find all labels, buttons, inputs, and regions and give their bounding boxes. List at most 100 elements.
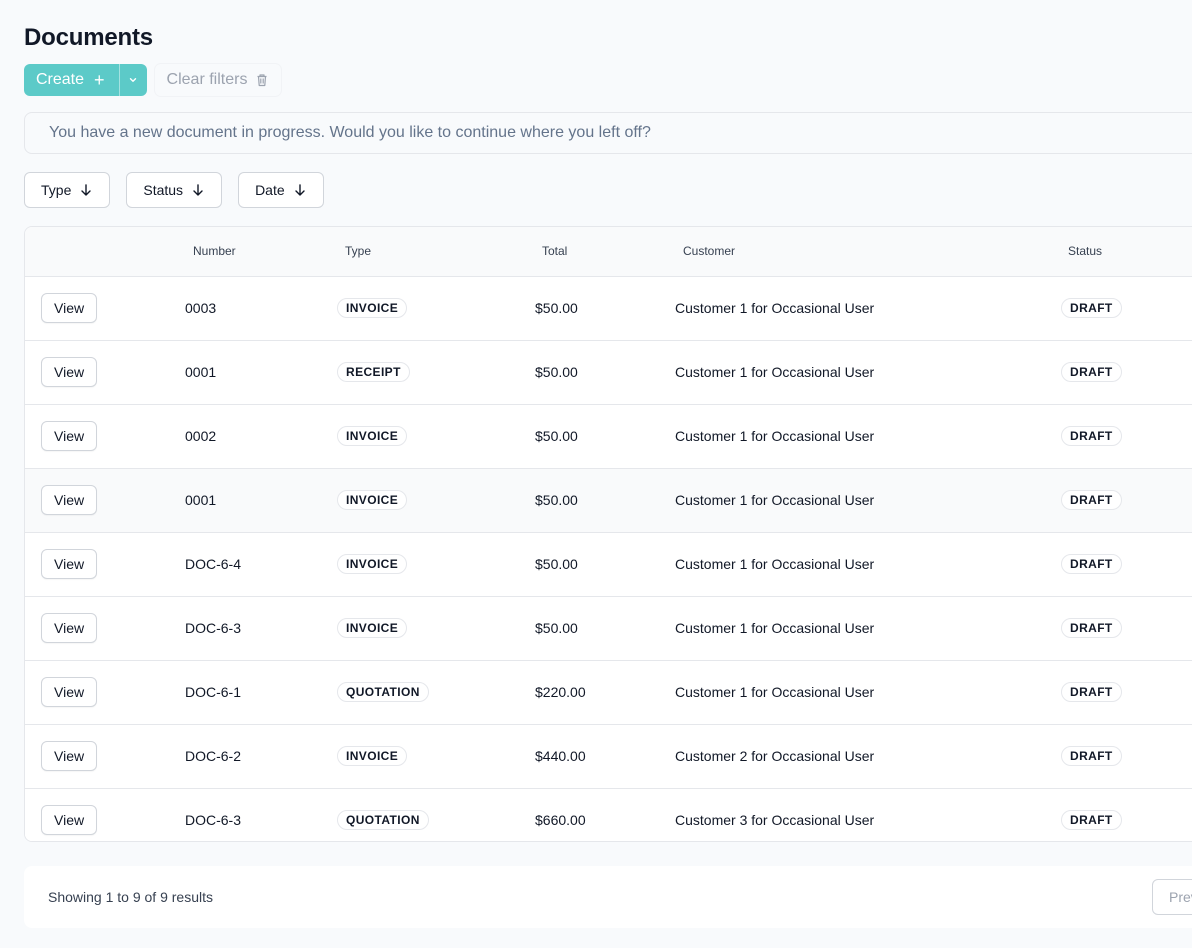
create-menu-button[interactable] [118,64,147,96]
table-row: View 0001 RECEIPT $50.00 Customer 1 for Occa… [25,341,1192,405]
document-number: DOC-6-2 [185,748,242,764]
clear-filters-label: Clear filters [166,71,248,88]
draft-in-progress-banner[interactable]: You have a new document in progress. Wou… [24,112,1192,154]
document-total: $50.00 [535,428,578,444]
type-badge: QUOTATION [337,810,429,830]
status-badge: DRAFT [1061,362,1122,382]
table-row: View 0003 INVOICE $50.00 Customer 1 for Occa… [25,277,1192,341]
table-header: Number Type Total Customer Status [25,227,1192,277]
filter-date-button[interactable]: Date [238,172,324,208]
filter-label: Status [143,182,184,198]
results-count: Showing 1 to 9 of 9 results [48,889,213,905]
clear-filters-button[interactable]: Clear filters [154,64,282,96]
table-row: View DOC-6-3 QUOTATION $660.00 Customer 3 fo… [25,789,1192,841]
document-number: DOC-6-4 [185,556,242,572]
view-cell: View [41,661,98,723]
column-header-number: Number [193,244,236,258]
table-row: View 0002 INVOICE $50.00 Customer 1 for Occa… [25,405,1192,469]
view-button[interactable]: View [41,677,98,707]
column-header-type: Type [345,244,372,258]
view-cell: View [41,341,98,403]
type-badge: INVOICE [337,490,408,510]
table-row: View DOC-6-4 INVOICE $50.00 Customer 1 for O… [25,533,1192,597]
type-cell: INVOICE [337,405,408,467]
type-cell: QUOTATION [337,789,429,841]
customer-name: Customer 3 for Occasional User [675,812,875,828]
type-badge: QUOTATION [337,682,429,702]
type-badge: INVOICE [337,298,408,318]
document-total: $50.00 [535,300,578,316]
arrow-down-icon [81,184,92,196]
banner-text: You have a new document in progress. Wou… [49,124,651,141]
arrow-down-icon [193,184,203,196]
view-button[interactable]: View [41,485,98,515]
status-cell: DRAFT [1061,405,1122,467]
document-number: 0002 [185,428,217,444]
document-total: $50.00 [535,364,578,380]
view-cell: View [41,277,98,339]
status-cell: DRAFT [1061,341,1122,403]
type-cell: INVOICE [337,597,408,659]
previous-page-button[interactable]: Previous [1152,879,1192,915]
view-button[interactable]: View [41,613,98,643]
pagination-bar: Showing 1 to 9 of 9 results Previous [24,866,1192,928]
type-cell: INVOICE [337,469,408,531]
customer-name: Customer 1 for Occasional User [675,364,875,380]
status-badge: DRAFT [1061,554,1122,574]
documents-table: Number Type Total Customer Status View 00… [24,226,1192,842]
plus-icon: + [94,70,105,90]
document-total: $50.00 [535,620,578,636]
type-badge: INVOICE [337,618,408,638]
type-badge: RECEIPT [337,362,410,382]
status-cell: DRAFT [1061,725,1122,787]
filter-bar: Type Status Date [24,172,324,208]
view-button[interactable]: View [41,549,98,579]
status-cell: DRAFT [1061,789,1122,841]
view-cell: View [41,597,98,659]
customer-name: Customer 1 for Occasional User [675,300,875,316]
customer-name: Customer 1 for Occasional User [675,492,875,508]
type-cell: INVOICE [337,533,408,595]
type-cell: INVOICE [337,277,408,339]
status-cell: DRAFT [1061,533,1122,595]
chevron-down-icon [129,78,137,82]
create-label: Create [36,71,85,88]
view-cell: View [41,533,98,595]
document-number: 0001 [185,364,217,380]
customer-name: Customer 1 for Occasional User [675,428,875,444]
previous-page-label: Previous [1169,889,1192,905]
filter-type-button[interactable]: Type [24,172,111,208]
document-number: DOC-6-1 [185,684,242,700]
filter-label: Type [41,182,72,198]
create-button-group: Create + [24,64,147,96]
type-badge: INVOICE [337,426,408,446]
view-button[interactable]: View [41,805,98,835]
status-badge: DRAFT [1061,618,1122,638]
table-row: View DOC-6-1 QUOTATION $220.00 Customer 1 fo… [25,661,1192,725]
type-badge: INVOICE [337,746,408,766]
table-row: View DOC-6-2 INVOICE $440.00 Customer 2 for … [25,725,1192,789]
arrow-down-icon [294,184,305,196]
view-cell: View [41,789,98,841]
document-total: $50.00 [535,556,578,572]
filter-status-button[interactable]: Status [126,172,223,208]
status-badge: DRAFT [1061,298,1122,318]
view-button[interactable]: View [41,357,98,387]
view-button[interactable]: View [41,293,98,323]
create-button[interactable]: Create + [24,64,119,96]
column-header-total: Total [542,244,568,258]
filter-label: Date [255,182,285,198]
status-cell: DRAFT [1061,661,1122,723]
status-cell: DRAFT [1061,469,1122,531]
document-number: DOC-6-3 [185,812,242,828]
view-button[interactable]: View [41,741,98,771]
status-cell: DRAFT [1061,597,1122,659]
table-row: View DOC-6-3 INVOICE $50.00 Customer 1 for O… [25,597,1192,661]
column-header-status: Status [1068,244,1103,258]
view-button[interactable]: View [41,421,98,451]
view-cell: View [41,405,98,467]
document-total: $220.00 [535,684,586,700]
status-badge: DRAFT [1061,426,1122,446]
status-badge: DRAFT [1061,810,1122,830]
page-title: Documents [24,24,153,51]
